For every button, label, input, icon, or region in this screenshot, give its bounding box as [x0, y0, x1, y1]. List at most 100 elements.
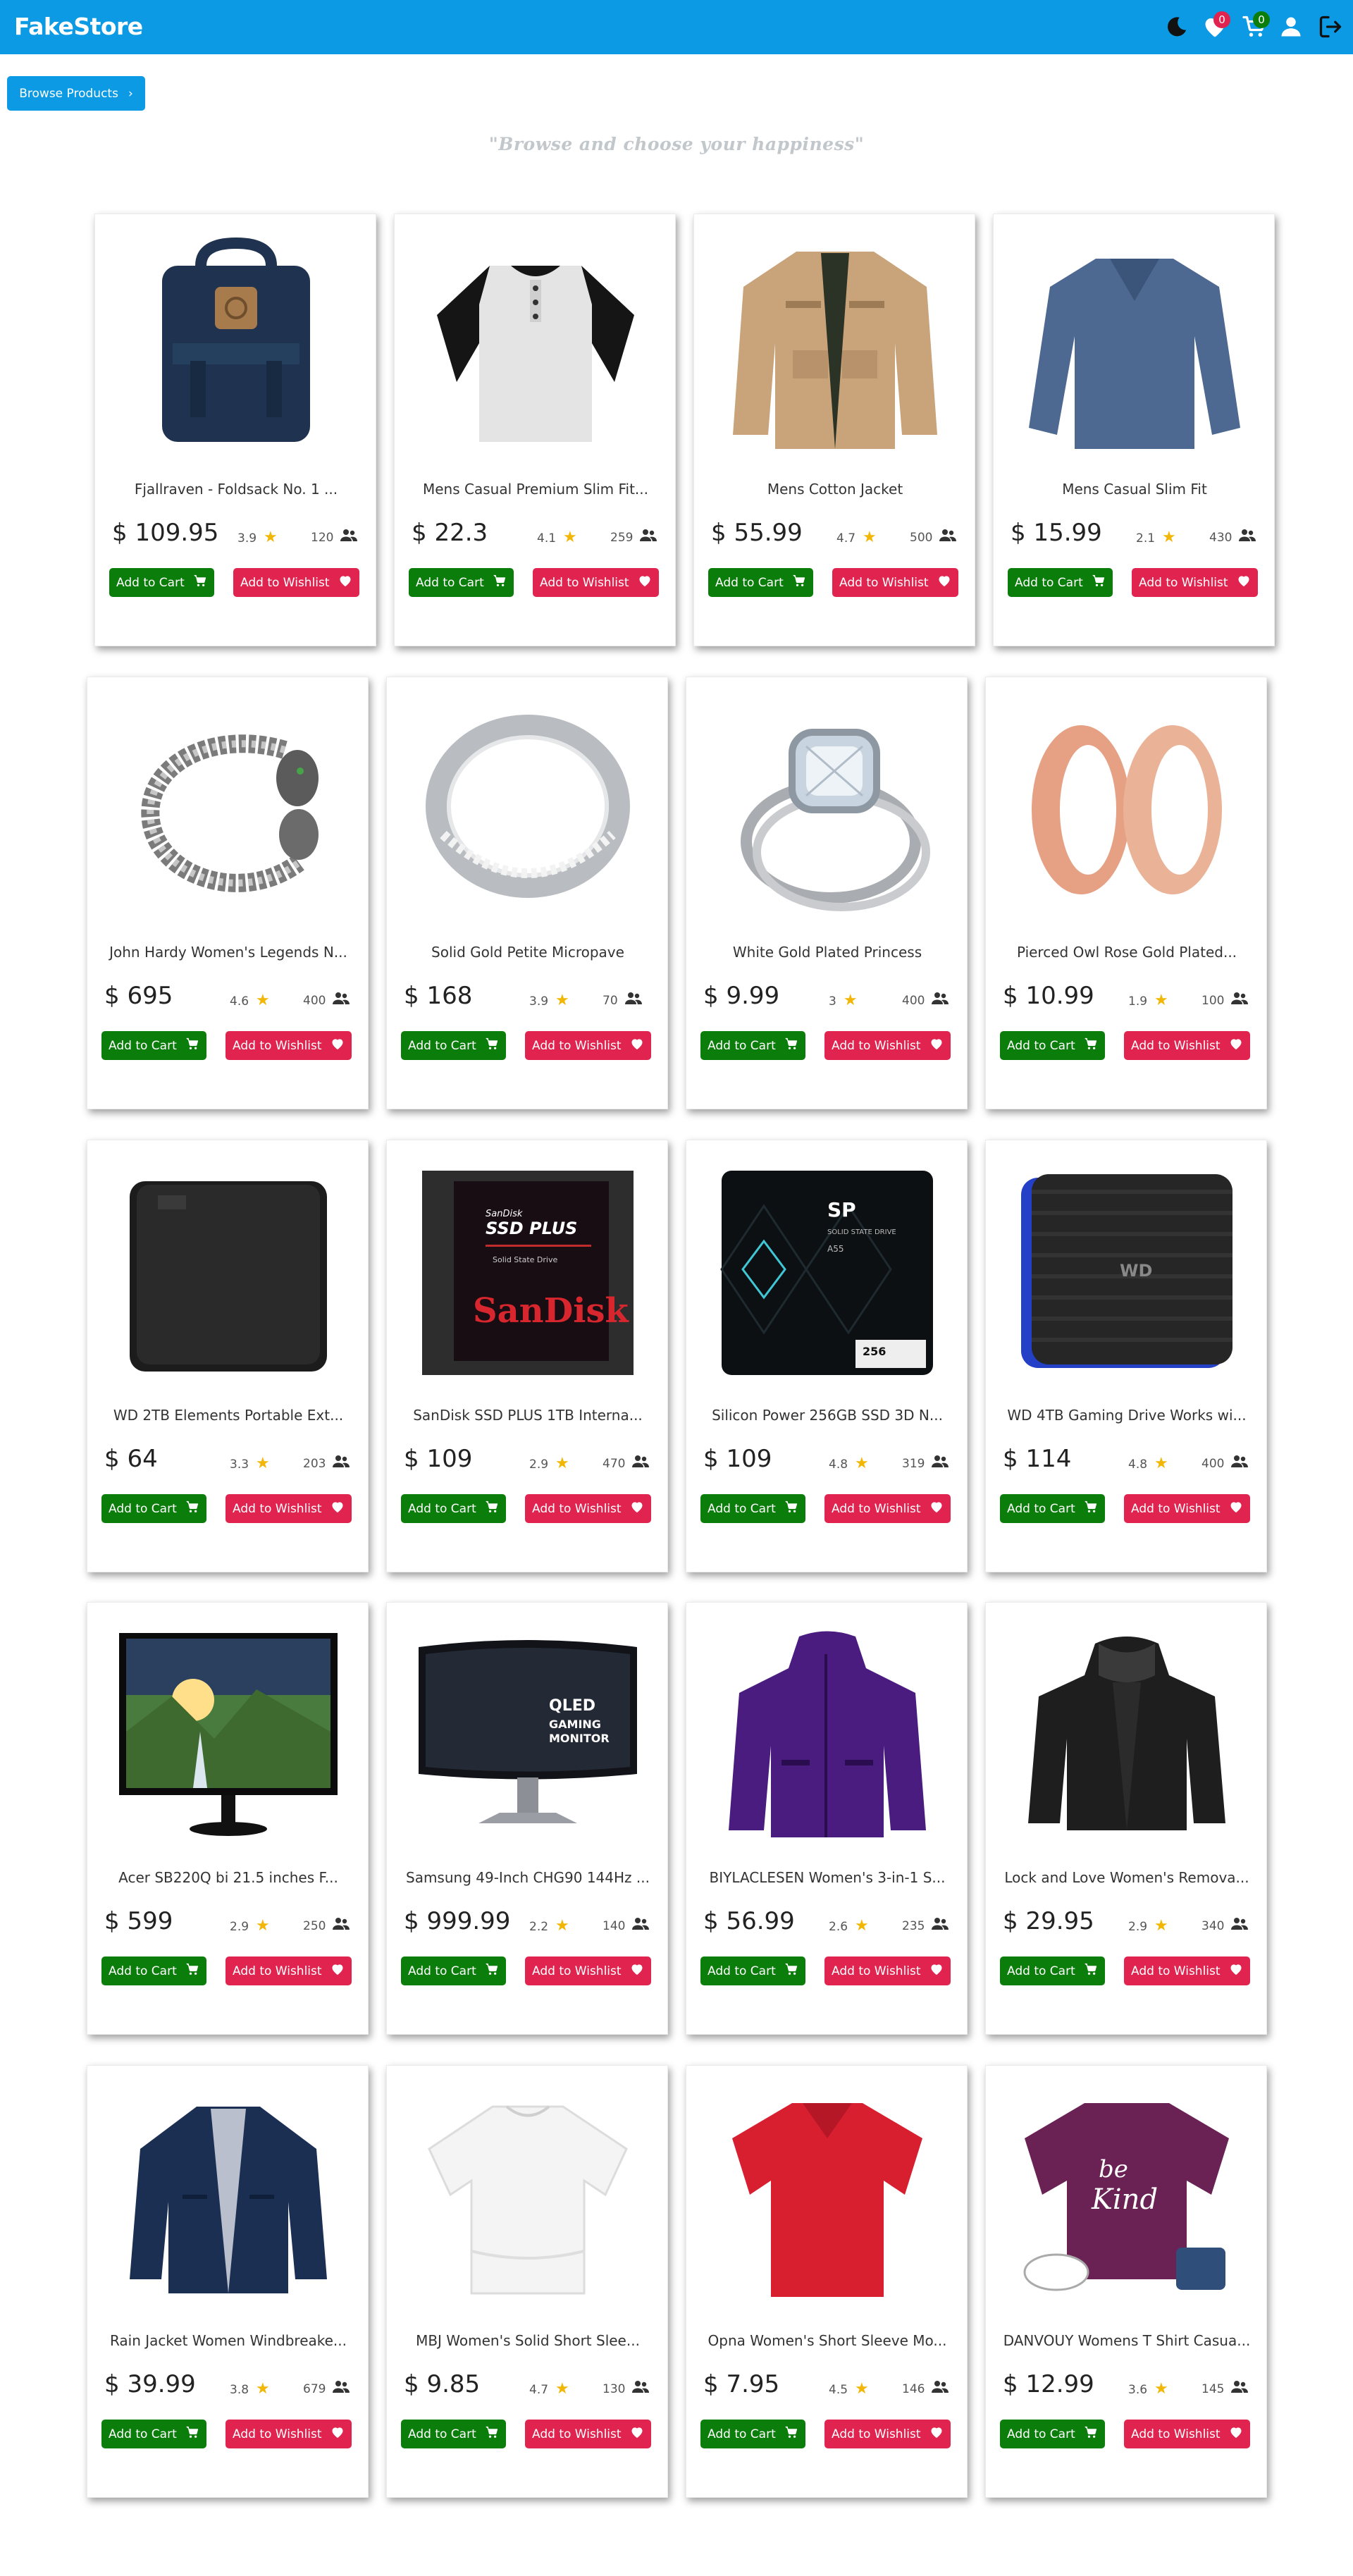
add-to-wishlist-button[interactable]: Add to Wishlist: [226, 1494, 352, 1523]
add-to-wishlist-button[interactable]: Add to Wishlist: [1124, 1494, 1250, 1523]
product-card[interactable]: SanDisk SSD PLUS Solid State Drive SanDisk …: [386, 1140, 668, 1572]
add-to-wishlist-button[interactable]: Add to Wishlist: [533, 568, 659, 597]
product-image[interactable]: [715, 234, 955, 460]
product-card[interactable]: WD 2TB Elements Portable Ext... $ 64 3.3…: [87, 1140, 369, 1572]
product-image[interactable]: [1007, 1622, 1247, 1848]
product-title[interactable]: Mens Casual Slim Fit: [1001, 481, 1268, 498]
add-to-wishlist-button[interactable]: Add to Wishlist: [233, 568, 359, 597]
add-to-wishlist-button[interactable]: Add to Wishlist: [824, 1494, 951, 1523]
product-image[interactable]: [109, 2085, 348, 2311]
product-title[interactable]: Acer SB220Q bi 21.5 inches F...: [94, 1869, 362, 1886]
product-image[interactable]: [109, 697, 348, 923]
product-image[interactable]: [708, 697, 947, 923]
add-to-wishlist-button[interactable]: Add to Wishlist: [824, 1031, 951, 1060]
add-to-wishlist-button[interactable]: Add to Wishlist: [525, 2420, 651, 2448]
product-card[interactable]: WD WD 4TB Gaming Drive Works wi... $ 114…: [985, 1140, 1267, 1572]
product-title[interactable]: SanDisk SSD PLUS 1TB Interna...: [394, 1407, 662, 1424]
product-card[interactable]: Acer SB220Q bi 21.5 inches F... $ 599 2.…: [87, 1602, 369, 2035]
add-to-wishlist-button[interactable]: Add to Wishlist: [1124, 1956, 1250, 1985]
add-to-cart-button[interactable]: Add to Cart: [700, 1031, 805, 1060]
add-to-cart-button[interactable]: Add to Cart: [101, 1956, 206, 1985]
add-to-cart-button[interactable]: Add to Cart: [109, 568, 214, 597]
product-image[interactable]: [708, 2085, 947, 2311]
product-title[interactable]: Solid Gold Petite Micropave: [394, 944, 662, 961]
product-image[interactable]: QLED GAMING MONITOR: [408, 1622, 648, 1848]
product-card[interactable]: MBJ Women's Solid Short Slee... $ 9.85 4…: [386, 2065, 668, 2498]
add-to-cart-button[interactable]: Add to Cart: [401, 1494, 506, 1523]
add-to-cart-button[interactable]: Add to Cart: [1000, 1494, 1105, 1523]
logout-icon[interactable]: [1314, 10, 1347, 44]
dark-mode-moon-icon[interactable]: [1160, 10, 1194, 44]
product-image[interactable]: [408, 2085, 648, 2311]
add-to-cart-button[interactable]: Add to Cart: [1000, 1031, 1105, 1060]
add-to-wishlist-button[interactable]: Add to Wishlist: [226, 1031, 352, 1060]
add-to-wishlist-button[interactable]: Add to Wishlist: [832, 568, 958, 597]
product-card[interactable]: Rain Jacket Women Windbreake... $ 39.99 …: [87, 2065, 369, 2498]
product-card[interactable]: White Gold Plated Princess $ 9.99 3 ★ 400…: [686, 677, 968, 1109]
brand-logo[interactable]: FakeStore: [14, 13, 143, 40]
product-card[interactable]: BIYLACLESEN Women's 3-in-1 S... $ 56.99 …: [686, 1602, 968, 2035]
product-card[interactable]: Opna Women's Short Sleeve Mo... $ 7.95 4…: [686, 2065, 968, 2498]
product-title[interactable]: Mens Casual Premium Slim Fit...: [402, 481, 669, 498]
product-card[interactable]: Mens Casual Premium Slim Fit... $ 22.3 4…: [394, 214, 676, 646]
product-title[interactable]: Samsung 49-Inch CHG90 144Hz ...: [394, 1869, 662, 1886]
add-to-cart-button[interactable]: Add to Cart: [700, 1494, 805, 1523]
add-to-wishlist-button[interactable]: Add to Wishlist: [824, 2420, 951, 2448]
add-to-cart-button[interactable]: Add to Cart: [409, 568, 514, 597]
product-title[interactable]: Silicon Power 256GB SSD 3D N...: [693, 1407, 961, 1424]
product-card[interactable]: be Kind DANVOUY Womens T Shirt Casua... $…: [985, 2065, 1267, 2498]
add-to-wishlist-button[interactable]: Add to Wishlist: [1124, 1031, 1250, 1060]
product-card[interactable]: Pierced Owl Rose Gold Plated... $ 10.99 …: [985, 677, 1267, 1109]
product-image[interactable]: [416, 234, 655, 460]
product-title[interactable]: Rain Jacket Women Windbreake...: [94, 2332, 362, 2349]
product-image[interactable]: [109, 1622, 348, 1848]
product-title[interactable]: Pierced Owl Rose Gold Plated...: [993, 944, 1261, 961]
product-title[interactable]: DANVOUY Womens T Shirt Casua...: [993, 2332, 1261, 2349]
product-card[interactable]: SP SOLID STATE DRIVE A55 256 Silicon Power …: [686, 1140, 968, 1572]
add-to-wishlist-button[interactable]: Add to Wishlist: [525, 1494, 651, 1523]
add-to-wishlist-button[interactable]: Add to Wishlist: [226, 1956, 352, 1985]
product-image[interactable]: [708, 1622, 947, 1848]
wishlist-icon[interactable]: 0: [1198, 10, 1232, 44]
product-image[interactable]: WD: [1007, 1160, 1247, 1386]
product-title[interactable]: Fjallraven - Foldsack No. 1 ...: [102, 481, 370, 498]
browse-products-button[interactable]: Browse Products ›: [7, 76, 145, 111]
add-to-cart-button[interactable]: Add to Cart: [1000, 1956, 1105, 1985]
product-image[interactable]: [116, 234, 356, 460]
product-image[interactable]: [1007, 697, 1247, 923]
product-card[interactable]: Fjallraven - Foldsack No. 1 ... $ 109.95…: [94, 214, 376, 646]
product-image[interactable]: [109, 1160, 348, 1386]
add-to-wishlist-button[interactable]: Add to Wishlist: [824, 1956, 951, 1985]
add-to-cart-button[interactable]: Add to Cart: [101, 2420, 206, 2448]
product-title[interactable]: Lock and Love Women's Remova...: [993, 1869, 1261, 1886]
product-title[interactable]: Mens Cotton Jacket: [701, 481, 969, 498]
product-card[interactable]: Lock and Love Women's Remova... $ 29.95 …: [985, 1602, 1267, 2035]
add-to-cart-button[interactable]: Add to Cart: [700, 1956, 805, 1985]
add-to-cart-button[interactable]: Add to Cart: [101, 1031, 206, 1060]
product-image[interactable]: [408, 697, 648, 923]
add-to-wishlist-button[interactable]: Add to Wishlist: [1124, 2420, 1250, 2448]
add-to-cart-button[interactable]: Add to Cart: [401, 1956, 506, 1985]
product-title[interactable]: MBJ Women's Solid Short Slee...: [394, 2332, 662, 2349]
add-to-wishlist-button[interactable]: Add to Wishlist: [525, 1031, 651, 1060]
product-card[interactable]: Mens Cotton Jacket $ 55.99 4.7 ★ 500 Add …: [693, 214, 975, 646]
product-image[interactable]: SP SOLID STATE DRIVE A55 256: [708, 1160, 947, 1386]
add-to-wishlist-button[interactable]: Add to Wishlist: [226, 2420, 352, 2448]
add-to-wishlist-button[interactable]: Add to Wishlist: [1132, 568, 1258, 597]
add-to-cart-button[interactable]: Add to Cart: [401, 1031, 506, 1060]
product-image[interactable]: be Kind: [1007, 2085, 1247, 2311]
product-image[interactable]: [1015, 234, 1254, 460]
product-title[interactable]: White Gold Plated Princess: [693, 944, 961, 961]
user-icon[interactable]: [1274, 10, 1308, 44]
cart-icon[interactable]: 0: [1237, 10, 1271, 44]
product-title[interactable]: Opna Women's Short Sleeve Mo...: [693, 2332, 961, 2349]
add-to-cart-button[interactable]: Add to Cart: [401, 2420, 506, 2448]
product-card[interactable]: Mens Casual Slim Fit $ 15.99 2.1 ★ 430 Ad…: [993, 214, 1275, 646]
product-image[interactable]: SanDisk SSD PLUS Solid State Drive SanDisk: [408, 1160, 648, 1386]
add-to-cart-button[interactable]: Add to Cart: [1000, 2420, 1105, 2448]
product-card[interactable]: QLED GAMING MONITOR Samsung 49-Inch CHG90 …: [386, 1602, 668, 2035]
product-card[interactable]: John Hardy Women's Legends N... $ 695 4.…: [87, 677, 369, 1109]
product-title[interactable]: WD 4TB Gaming Drive Works wi...: [993, 1407, 1261, 1424]
product-title[interactable]: WD 2TB Elements Portable Ext...: [94, 1407, 362, 1424]
product-title[interactable]: John Hardy Women's Legends N...: [94, 944, 362, 961]
